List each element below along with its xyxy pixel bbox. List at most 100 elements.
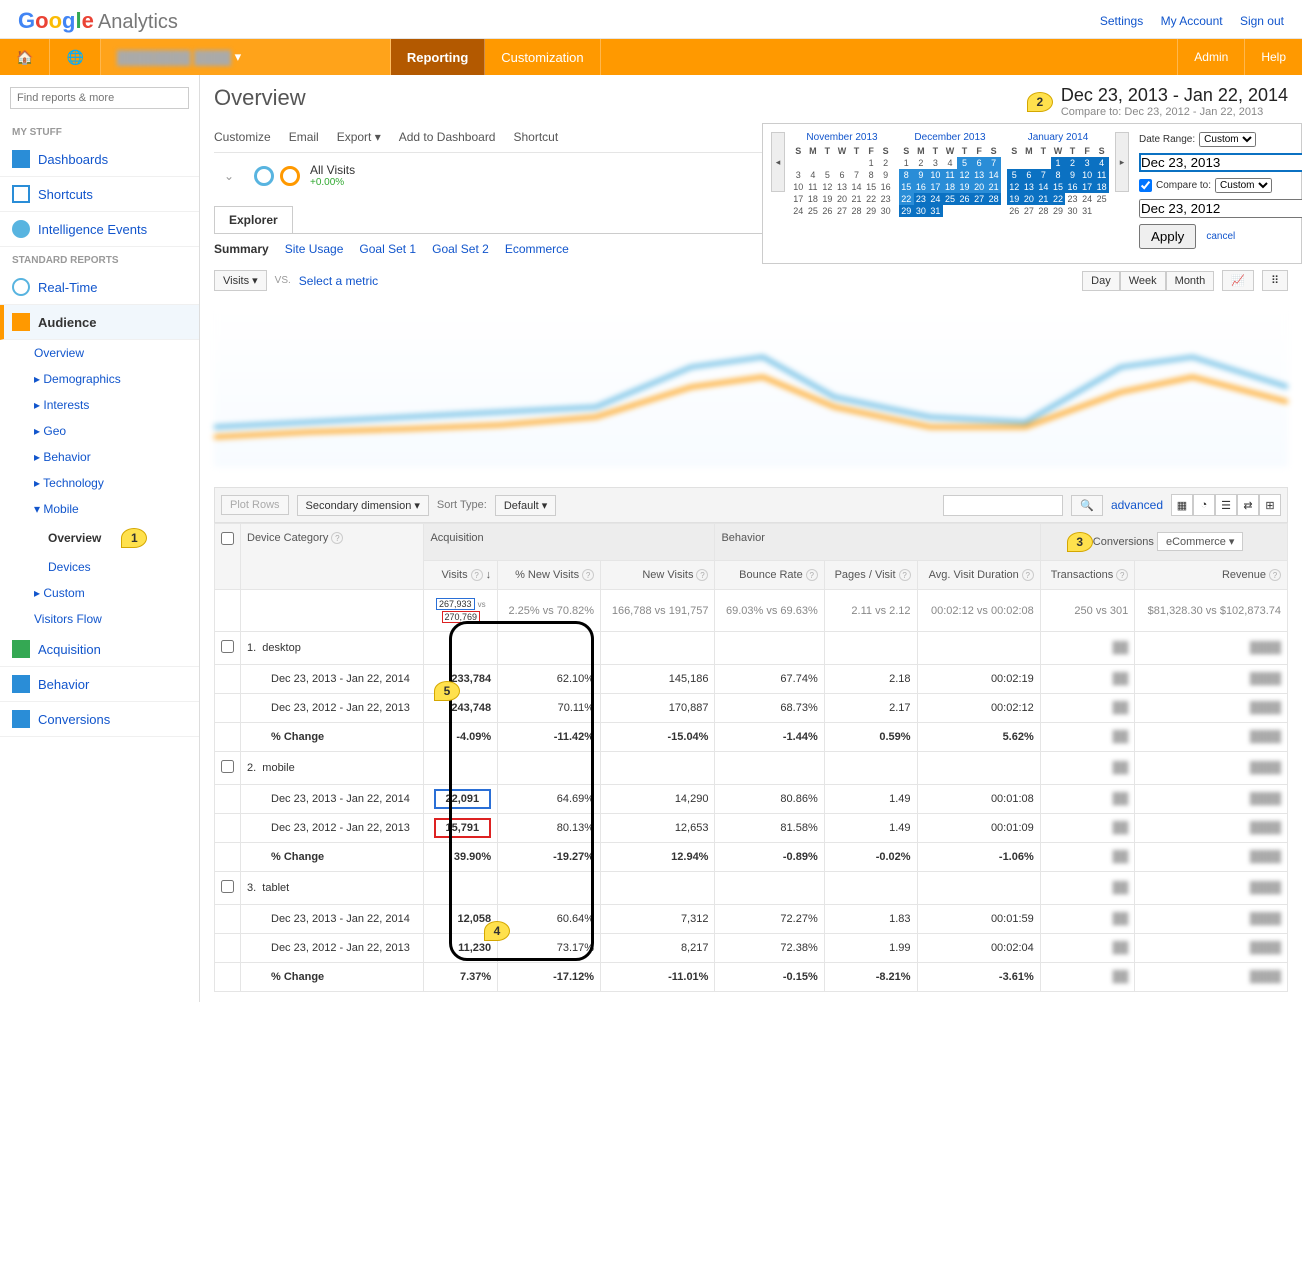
- calendar-day[interactable]: 4: [943, 157, 958, 169]
- calendar-day[interactable]: 25: [943, 193, 958, 205]
- calendar-day[interactable]: 27: [1022, 205, 1037, 217]
- calendar-day[interactable]: 5: [957, 157, 972, 169]
- sidebar-item-realtime[interactable]: Real-Time: [0, 270, 199, 305]
- metric-select[interactable]: Visits ▾: [214, 270, 267, 291]
- calendar-day[interactable]: 7: [1036, 169, 1051, 181]
- calendar-day[interactable]: 18: [943, 181, 958, 193]
- sidebar-sub-custom[interactable]: ▸ Custom: [0, 580, 199, 606]
- calendar-day[interactable]: 7: [986, 157, 1001, 169]
- calendar-day[interactable]: 16: [878, 181, 893, 193]
- calendar-day[interactable]: 5: [1007, 169, 1022, 181]
- granularity-month[interactable]: Month: [1166, 271, 1215, 291]
- export-button[interactable]: Export ▾: [337, 130, 381, 144]
- calendar-day[interactable]: 29: [1051, 205, 1066, 217]
- calendar-day[interactable]: 3: [1080, 157, 1095, 169]
- calendar-day[interactable]: 6: [835, 169, 850, 181]
- calendar-day[interactable]: 28: [1036, 205, 1051, 217]
- sidebar-item-behavior[interactable]: Behavior: [0, 667, 199, 702]
- shortcut-button[interactable]: Shortcut: [513, 130, 558, 144]
- calendar-day[interactable]: 12: [820, 181, 835, 193]
- calendar-day[interactable]: 26: [957, 193, 972, 205]
- col-trans[interactable]: Transactions?: [1040, 561, 1134, 590]
- calendar-day[interactable]: 2: [914, 157, 929, 169]
- sidebar-sub-geo[interactable]: ▸ Geo: [0, 418, 199, 444]
- view-comparison-icon[interactable]: ⇄: [1237, 494, 1259, 516]
- date-range-select[interactable]: Custom: [1199, 132, 1256, 147]
- calendar-day[interactable]: 16: [914, 181, 929, 193]
- conversions-select[interactable]: eCommerce ▾: [1157, 532, 1243, 551]
- sidebar-item-acquisition[interactable]: Acquisition: [0, 632, 199, 667]
- calendar-day[interactable]: 24: [928, 193, 943, 205]
- calendar-day[interactable]: 11: [943, 169, 958, 181]
- sidebar-item-dashboards[interactable]: Dashboards: [0, 142, 199, 177]
- calendar-day[interactable]: 7: [849, 169, 864, 181]
- calendar-day[interactable]: 24: [791, 205, 806, 217]
- calendar-day[interactable]: 8: [864, 169, 879, 181]
- cal-next-button[interactable]: ▸: [1115, 132, 1129, 192]
- calendar-day[interactable]: 12: [957, 169, 972, 181]
- calendar-day[interactable]: 10: [1080, 169, 1095, 181]
- sidebar-item-intelligence[interactable]: Intelligence Events: [0, 212, 199, 247]
- view-table-icon[interactable]: ▦: [1171, 494, 1193, 516]
- calendar-day[interactable]: 30: [878, 205, 893, 217]
- chart-type-line-icon[interactable]: 📈: [1222, 270, 1254, 291]
- search-input[interactable]: [10, 87, 189, 109]
- calendar-day[interactable]: 13: [972, 169, 987, 181]
- calendar-day[interactable]: 12: [1007, 181, 1022, 193]
- col-newvisits-pct[interactable]: % New Visits?: [498, 561, 601, 590]
- calendar-day[interactable]: 18: [1094, 181, 1109, 193]
- secondary-dimension-select[interactable]: Secondary dimension ▾: [297, 495, 429, 516]
- email-button[interactable]: Email: [289, 130, 319, 144]
- calendar-day[interactable]: 22: [864, 193, 879, 205]
- calendar-day[interactable]: 27: [972, 193, 987, 205]
- calendar-day[interactable]: 15: [864, 181, 879, 193]
- calendar-day[interactable]: 13: [1022, 181, 1037, 193]
- view-pie-icon[interactable]: ◔: [1193, 494, 1215, 516]
- calendar-day[interactable]: 6: [1022, 169, 1037, 181]
- sidebar-sub-demographics[interactable]: ▸ Demographics: [0, 366, 199, 392]
- calendar-day[interactable]: 3: [791, 169, 806, 181]
- row-checkbox[interactable]: [221, 640, 234, 653]
- compare-start-input[interactable]: [1139, 199, 1302, 218]
- tab-customization[interactable]: Customization: [485, 39, 600, 75]
- subtab-site-usage[interactable]: Site Usage: [285, 242, 344, 256]
- sidebar-sub-behavior[interactable]: ▸ Behavior: [0, 444, 199, 470]
- sign-out-link[interactable]: Sign out: [1240, 14, 1284, 28]
- sidebar-sub-mobile-devices[interactable]: Devices: [0, 554, 199, 580]
- calendar-day[interactable]: 13: [835, 181, 850, 193]
- sidebar-sub-mobile[interactable]: ▾ Mobile: [0, 496, 199, 522]
- calendar-day[interactable]: 22: [1051, 193, 1066, 205]
- sidebar-sub-mobile-overview[interactable]: Overview1: [0, 522, 199, 554]
- subtab-goal1[interactable]: Goal Set 1: [359, 242, 416, 256]
- calendar-day[interactable]: 26: [1007, 205, 1022, 217]
- calendar-day[interactable]: 14: [986, 169, 1001, 181]
- segment-chevron-icon[interactable]: ⌄: [214, 169, 244, 183]
- home-icon[interactable]: [0, 39, 50, 75]
- subtab-summary[interactable]: Summary: [214, 242, 269, 256]
- col-bounce[interactable]: Bounce Rate?: [715, 561, 824, 590]
- calendar-day[interactable]: 29: [899, 205, 914, 217]
- calendar-day[interactable]: 15: [1051, 181, 1066, 193]
- tab-explorer[interactable]: Explorer: [214, 206, 293, 233]
- calendar-day[interactable]: 9: [914, 169, 929, 181]
- chart-type-motion-icon[interactable]: ⠿: [1262, 270, 1288, 291]
- calendar-day[interactable]: 31: [928, 205, 943, 217]
- sidebar-sub-overview[interactable]: Overview: [0, 340, 199, 366]
- calendar-day[interactable]: 9: [1065, 169, 1080, 181]
- calendar-day[interactable]: 24: [1080, 193, 1095, 205]
- date-start-input[interactable]: [1139, 153, 1302, 172]
- calendar-day[interactable]: 4: [806, 169, 821, 181]
- calendar-day[interactable]: 30: [914, 205, 929, 217]
- calendar-day[interactable]: 19: [957, 181, 972, 193]
- row-checkbox[interactable]: [221, 760, 234, 773]
- search-button[interactable]: 🔍: [1071, 495, 1103, 516]
- granularity-week[interactable]: Week: [1120, 271, 1166, 291]
- calendar-day[interactable]: 20: [972, 181, 987, 193]
- compare-checkbox[interactable]: [1139, 179, 1152, 192]
- calendar-day[interactable]: 6: [972, 157, 987, 169]
- calendar-day[interactable]: 30: [1065, 205, 1080, 217]
- plot-rows-button[interactable]: Plot Rows: [221, 495, 289, 515]
- calendar-day[interactable]: 10: [928, 169, 943, 181]
- add-dashboard-button[interactable]: Add to Dashboard: [399, 130, 496, 144]
- calendar-day[interactable]: 19: [1007, 193, 1022, 205]
